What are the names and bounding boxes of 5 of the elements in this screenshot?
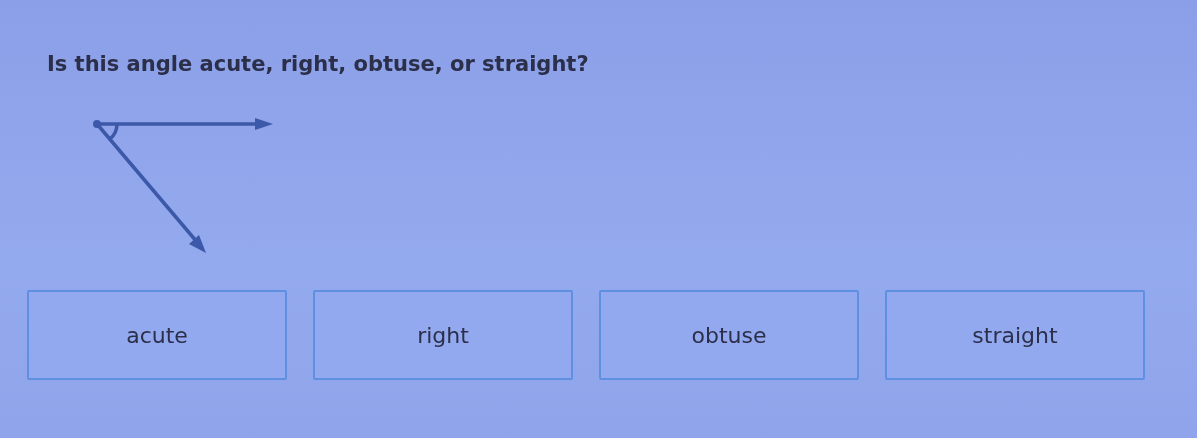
answer-button[interactable]: acute	[27, 290, 287, 380]
answer-button[interactable]: straight	[885, 290, 1145, 380]
question-text: Is this angle acute, right, obtuse, or straight?	[47, 52, 590, 76]
answer-button[interactable]: right	[313, 290, 573, 380]
answer-button[interactable]: obtuse	[599, 290, 859, 380]
